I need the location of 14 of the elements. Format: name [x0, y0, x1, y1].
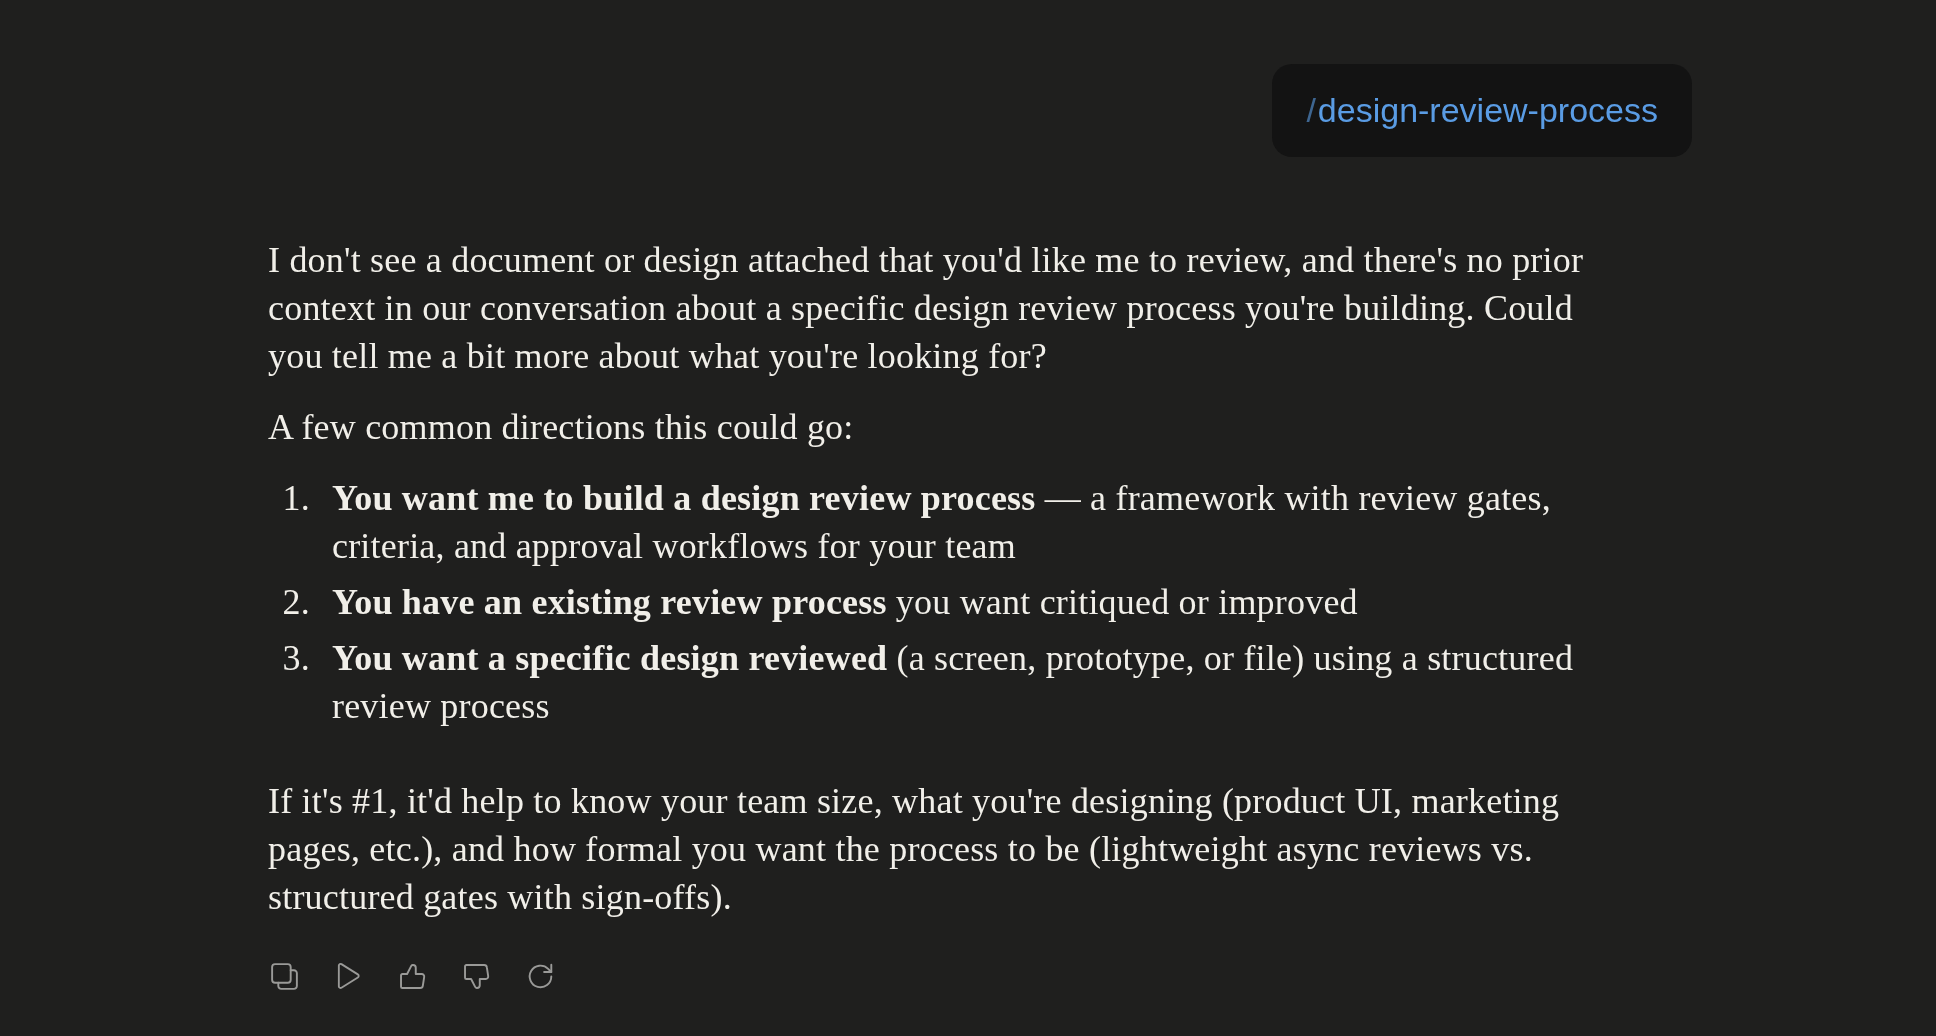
slash-command: /design-review-process [1306, 90, 1658, 131]
response-paragraph: If it's #1, it'd help to know your team size, what you're designing (product UI, marketing pages, etc.), and how formal you want the process to be (lightweight async reviews vs. structured gates with sign-offs). [268, 780, 1561, 919]
list-item-text: You have an existing review process you want critiqued or improved [332, 581, 1359, 624]
play-icon [336, 961, 360, 991]
copy-icon [270, 962, 298, 990]
list-number: 1. [281, 477, 310, 520]
list-item-text: You want a specific design reviewed (a screen, prototype, or file) using a structured review process [332, 637, 1575, 728]
response-paragraph: I don't see a document or design attached that you'd like me to review, and there's no prior context in our conversation about a specific design review process you're building. Could you tell me a bit more about what you're looking for? [268, 239, 1585, 378]
thumbs-down-icon [462, 962, 490, 990]
list-number: 3. [281, 637, 310, 680]
thumbs-up-icon [398, 962, 426, 990]
response-paragraph: A few common directions this could go: [268, 406, 855, 449]
list-number: 2. [281, 581, 310, 624]
retry-icon [526, 962, 554, 990]
